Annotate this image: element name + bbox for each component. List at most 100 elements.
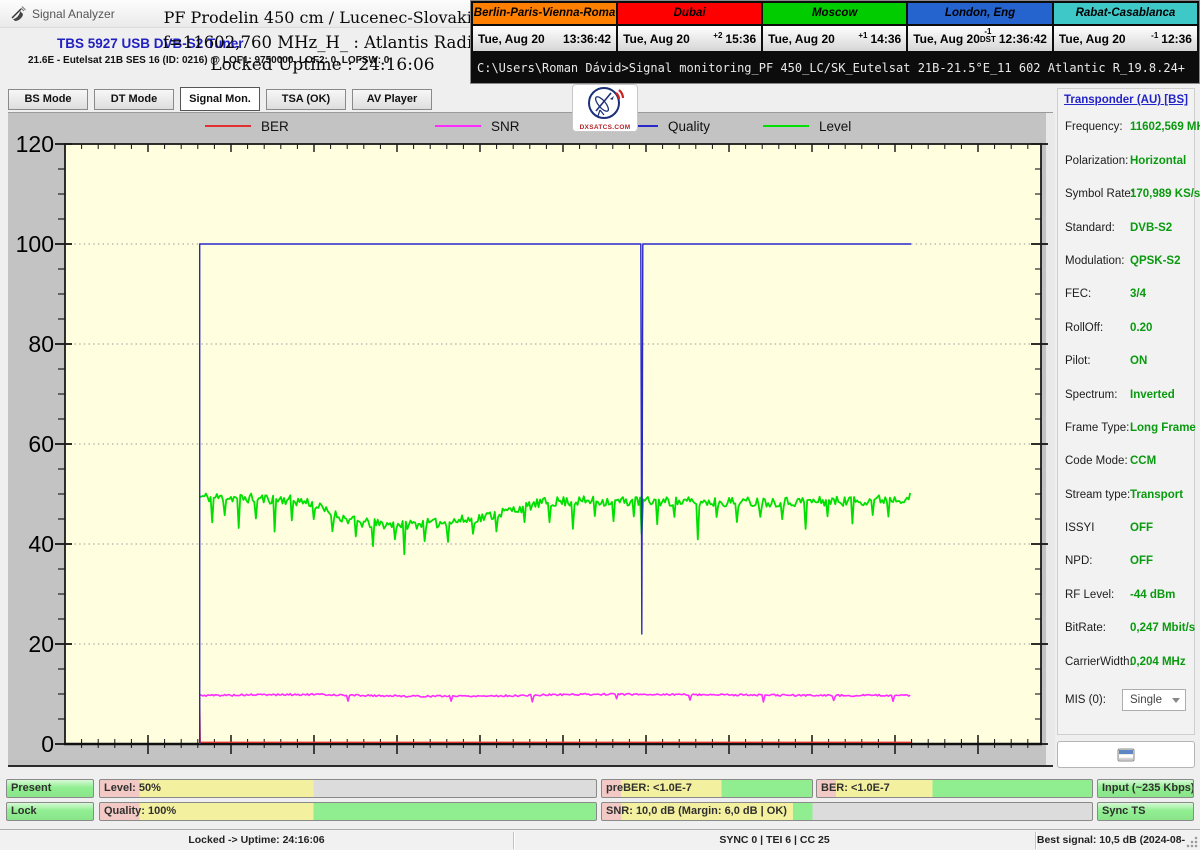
tab-dt-mode[interactable]: DT Mode (94, 89, 174, 110)
legend-line (435, 125, 481, 127)
clock-time: 13:36:42 (563, 32, 611, 46)
clock-time-row: Tue, Aug 20-112:36 (1054, 26, 1197, 51)
frequency-service: f=11602,760 MHz_H_ : Atlantis Radio (150, 33, 495, 52)
y-axis-label: 100 (6, 231, 54, 258)
clock-time: 15:36 (725, 32, 756, 46)
snr-bar: SNR: 10,0 dB (Margin: 6,0 dB | OK) (601, 802, 1093, 821)
transponder-label: Modulation: (1065, 255, 1124, 267)
ts-record-button[interactable] (1057, 741, 1195, 768)
quality-bar: Quality: 100% (99, 802, 597, 821)
transponder-label: CarrierWidth: (1065, 656, 1133, 668)
mis-selected-value: Single (1130, 694, 1162, 706)
clock-time: 14:36 (870, 32, 901, 46)
mode-tabs: BS Mode DT Mode Signal Mon. TSA (OK) AV Play… (8, 87, 438, 111)
transponder-row: Polarization:Horizontal (1064, 139, 1188, 172)
tab-signal-mon[interactable]: Signal Mon. (180, 87, 260, 111)
clock-utc-offset: -1 (1151, 32, 1158, 40)
transponder-row: Frame Type:Long Frame (1064, 407, 1188, 440)
transponder-value: Transport (1130, 489, 1183, 501)
transponder-label: RollOff: (1065, 322, 1103, 334)
tab-av-player[interactable]: AV Player (352, 89, 432, 110)
lock-indicator: Lock (6, 802, 94, 821)
transponder-value: OFF (1130, 555, 1153, 567)
signal-analyzer-window: Signal Analyzer TBS 5927 USB DVB-S2 Tune… (0, 0, 1200, 850)
clock-city: London, Eng (908, 3, 1052, 24)
statusbar-uptime: Locked -> Uptime: 24:16:06 (0, 830, 513, 850)
transponder-value: Inverted (1130, 389, 1175, 401)
clock-date: Tue, Aug 20 (1059, 32, 1151, 46)
clock-city: Moscow (763, 3, 906, 24)
transponder-label: BitRate: (1065, 622, 1106, 634)
transponder-label: Frame Type: (1065, 422, 1129, 434)
clock-panel: DubaiTue, Aug 20+215:36 (618, 3, 761, 51)
transponder-row: Code Mode:CCM (1064, 440, 1188, 473)
transponder-value: 0,247 Mbit/s (1130, 622, 1195, 634)
logo-text: DXSATCS.COM (573, 124, 637, 131)
transponder-row: Modulation: QPSK-S2 (1064, 240, 1188, 273)
present-indicator: Present (6, 779, 94, 798)
clock-panel: MoscowTue, Aug 20+114:36 (763, 3, 906, 51)
legend-label: Quality (668, 119, 710, 134)
transponder-value: DVB-S2 (1130, 222, 1172, 234)
transponder-value: Horizontal (1130, 155, 1186, 167)
chart-bottom-divider (8, 765, 1053, 767)
transponder-label: Standard: (1065, 222, 1115, 234)
clock-date: Tue, Aug 20 (768, 32, 858, 46)
dxsatcs-logo: DXSATCS.COM (572, 84, 638, 132)
transponder-row: Symbol Rate:170,989 KS/s (1064, 173, 1188, 206)
legend-label: BER (261, 119, 289, 134)
clock-time-row: Tue, Aug 20+114:36 (763, 26, 906, 51)
transponder-value: Long Frame (1130, 422, 1196, 434)
antenna-location: PF Prodelin 450 cm / Lucenec-Slovakia (150, 8, 495, 27)
transponder-row: Spectrum:Inverted (1064, 373, 1188, 406)
transponder-row: BitRate:0,247 Mbit/s (1064, 607, 1188, 640)
tab-tsa-ok[interactable]: TSA (OK) (266, 89, 346, 110)
mis-label: MIS (0): (1065, 694, 1106, 706)
transponder-row: Pilot:ON (1064, 340, 1188, 373)
transponder-row: Frequency:11602,569 MHz (1064, 106, 1188, 139)
transponder-value: 0,204 MHz (1130, 656, 1186, 668)
transponder-label: ISSYI (1065, 522, 1094, 534)
legend-item-ber: BER (205, 118, 289, 134)
clock-time-row: Tue, Aug 20-1 DST12:36:42 (908, 26, 1052, 51)
status-bar: Locked -> Uptime: 24:16:06 SYNC 0 | TEI … (0, 829, 1200, 850)
tab-bs-mode[interactable]: BS Mode (8, 89, 88, 110)
clock-date: Tue, Aug 20 (478, 32, 560, 46)
legend-item-snr: SNR (435, 118, 520, 134)
transponder-value: 11602,569 MHz (1130, 121, 1200, 133)
transponder-rows: Frequency:11602,569 MHzPolarization:Hori… (1064, 106, 1188, 674)
clock-city: Rabat-Casablanca (1054, 3, 1197, 24)
transponder-label: Stream type: (1065, 489, 1130, 501)
transponder-row: Standard: DVB-S2 (1064, 206, 1188, 239)
signal-chart (51, 136, 1055, 758)
legend-line (205, 125, 251, 127)
mis-select[interactable]: Single (1122, 689, 1186, 711)
console-window: Berlin-Paris-Vienna-RomaTue, Aug 2013:36… (470, 0, 1200, 84)
locked-uptime: Locked Uptime : 24:16:06 (150, 55, 495, 75)
level-bar: Level: 50% (99, 779, 597, 798)
window-title: Signal Analyzer (32, 7, 115, 21)
transponder-row: RF Level:-44 dBm (1064, 573, 1188, 606)
transponder-value: CCM (1130, 455, 1156, 467)
transponder-label: NPD: (1065, 555, 1092, 567)
transponder-value: OFF (1130, 522, 1153, 534)
transponder-label: Polarization: (1065, 155, 1128, 167)
transponder-value: QPSK-S2 (1130, 255, 1181, 267)
y-axis-label: 20 (6, 631, 54, 658)
transponder-label: Symbol Rate: (1065, 188, 1134, 200)
y-axis-label: 60 (6, 431, 54, 458)
clock-city: Berlin-Paris-Vienna-Roma (473, 3, 616, 24)
transponder-row: RollOff:0.20 (1064, 306, 1188, 339)
satellite-dish-icon (10, 6, 26, 27)
transponder-value: 170,989 KS/s (1130, 188, 1200, 200)
resize-grip-icon[interactable] (1186, 836, 1198, 848)
transponder-panel: Transponder (AU) [BS] Frequency:11602,56… (1057, 88, 1195, 735)
chevron-down-icon (1172, 698, 1180, 703)
world-clocks: Berlin-Paris-Vienna-RomaTue, Aug 2013:36… (473, 3, 1197, 51)
clock-utc-offset: -1 DST (980, 28, 996, 44)
y-axis-label: 40 (6, 531, 54, 558)
transponder-row: FEC:3/4 (1064, 273, 1188, 306)
y-axis-label: 120 (6, 131, 54, 158)
transponder-row: CarrierWidth:0,204 MHz (1064, 640, 1188, 673)
clock-date: Tue, Aug 20 (623, 32, 713, 46)
